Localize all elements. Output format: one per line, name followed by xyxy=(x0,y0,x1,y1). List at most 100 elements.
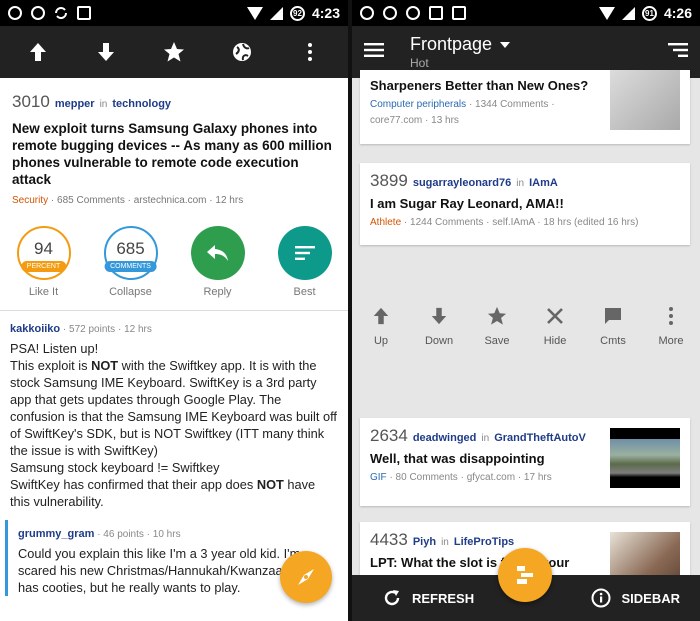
upvote-button[interactable] xyxy=(16,30,60,74)
percent-value: 94 xyxy=(34,239,53,258)
layout-blocks-icon xyxy=(517,566,533,584)
save-action[interactable]: Save xyxy=(469,306,525,347)
overflow-menu-button[interactable] xyxy=(288,30,332,74)
open-browser-button[interactable] xyxy=(220,30,264,74)
post-card[interactable]: 2634 deadwinged in GrandTheftAutoV Well,… xyxy=(360,418,690,506)
compass-icon xyxy=(298,569,314,585)
arrow-up-icon xyxy=(30,43,46,61)
downvote-button[interactable] xyxy=(84,30,128,74)
best-label: Best xyxy=(293,286,316,298)
comment-body: PSA! Listen up! This exploit is NOT with… xyxy=(10,340,338,510)
post-flair: Athlete xyxy=(370,217,402,228)
in-label: in xyxy=(516,178,525,189)
chevron-down-icon xyxy=(500,41,511,48)
more-action[interactable]: More xyxy=(643,306,699,347)
reply-button[interactable] xyxy=(190,226,245,280)
hamburger-menu-button[interactable] xyxy=(364,42,384,63)
post-author[interactable]: deadwinged xyxy=(413,432,477,444)
post-header: 3010 mepper in technology New exploit tu… xyxy=(0,78,348,206)
comment-author[interactable]: kakkoiiko xyxy=(10,323,60,335)
post-actions: 94 PERCENT Like It 685 COMMENTS Collapse… xyxy=(0,226,348,310)
post-score: 2634 xyxy=(370,426,408,445)
comment-meta: kakkoiiko · 572 points · 12 hrs xyxy=(10,323,338,335)
collapse-action[interactable]: 685 COMMENTS Collapse xyxy=(95,226,167,298)
post-subreddit[interactable]: GrandTheftAutoV xyxy=(494,432,586,444)
post-score: 4433 xyxy=(370,530,408,549)
refresh-button[interactable]: REFRESH xyxy=(382,588,474,608)
app-notification-icon xyxy=(360,6,374,20)
comment-paragraph: SwiftKey has confirmed that their app do… xyxy=(10,477,316,509)
reply-action[interactable]: Reply xyxy=(182,226,254,298)
post-author[interactable]: Piyh xyxy=(413,536,436,548)
best-action[interactable]: Best xyxy=(269,226,341,298)
post-subreddit[interactable]: technology xyxy=(112,98,171,110)
post-author[interactable]: sugarrayleonard76 xyxy=(413,177,511,189)
sync-icon xyxy=(54,6,68,20)
sidebar-label: SIDEBAR xyxy=(621,590,680,606)
star-icon xyxy=(164,42,184,62)
toolbar-subtitle: Hot xyxy=(410,56,429,70)
post-flair: Security xyxy=(12,195,49,206)
hide-action[interactable]: Hide xyxy=(527,306,583,347)
in-label: in xyxy=(441,537,449,548)
like-it-label: Like It xyxy=(28,286,59,298)
post-action-bar: Up Down Save Hide Cmts More xyxy=(352,306,700,347)
comments-action[interactable]: Cmts xyxy=(585,306,641,347)
comment-meta-text: · 46 points · 10 hrs xyxy=(97,529,181,540)
subreddit-selector[interactable]: Frontpage Hot xyxy=(410,34,511,70)
comment-line: PSA! Listen up! xyxy=(10,341,99,356)
post-subreddit[interactable]: LifeProTips xyxy=(454,536,514,548)
navigate-fab[interactable] xyxy=(280,551,332,603)
post-info: Security · 685 Comments · arstechnica.co… xyxy=(12,195,336,206)
collapse-label: Collapse xyxy=(109,286,152,298)
like-it-action[interactable]: 94 PERCENT Like It xyxy=(8,226,80,298)
post-card[interactable]: 3899 sugarrayleonard76 in IAmA I am Suga… xyxy=(360,163,690,245)
battery-icon: 91 xyxy=(641,5,657,21)
app-notification-icon xyxy=(406,6,420,20)
comment-meta-text: · 572 points · 12 hrs xyxy=(62,324,152,335)
sort-button[interactable] xyxy=(668,42,688,63)
comments-screen: 92 4:23 3010 mepper in technology New ex… xyxy=(0,0,348,621)
layout-fab[interactable] xyxy=(498,548,552,602)
status-bar: 91 4:26 xyxy=(352,0,700,26)
more-vertical-icon xyxy=(669,307,673,325)
battery-icon: 92 xyxy=(289,5,305,21)
post-subreddit[interactable]: IAmA xyxy=(529,177,558,189)
save-star-button[interactable] xyxy=(152,30,196,74)
menu-icon xyxy=(364,42,384,57)
app-notification-icon xyxy=(383,6,397,20)
post-title[interactable]: New exploit turns Samsung Galaxy phones … xyxy=(12,120,336,188)
toolbar-title: Frontpage xyxy=(410,34,493,54)
comments-value: 685 xyxy=(116,239,145,258)
post-info: Athlete · 1244 Comments · self.IAmA · 18… xyxy=(370,217,639,228)
app-notification-icon xyxy=(8,6,22,20)
post-meta: 3899 sugarrayleonard76 in IAmA xyxy=(370,171,680,191)
close-icon xyxy=(547,308,563,324)
up-label: Up xyxy=(373,335,389,347)
more-vertical-icon xyxy=(308,43,312,61)
down-label: Down xyxy=(424,335,454,347)
post-thumbnail[interactable] xyxy=(610,70,680,130)
down-action[interactable]: Down xyxy=(411,306,467,347)
comment[interactable]: kakkoiiko · 572 points · 12 hrs PSA! Lis… xyxy=(0,311,348,520)
comment-author[interactable]: grummy_gram xyxy=(18,528,94,540)
arrow-down-icon xyxy=(431,307,447,325)
sort-best-button[interactable] xyxy=(277,226,332,280)
comments-badge: COMMENTS xyxy=(104,261,157,272)
reply-label: Reply xyxy=(203,286,232,298)
image-notification-icon xyxy=(452,6,466,20)
up-action[interactable]: Up xyxy=(353,306,409,347)
status-bar: 92 4:23 xyxy=(0,0,348,26)
percent-badge: PERCENT xyxy=(20,261,67,272)
refresh-label: REFRESH xyxy=(412,590,475,606)
post-author[interactable]: mepper xyxy=(55,98,95,110)
signal-icon xyxy=(621,6,635,20)
sidebar-button[interactable]: SIDEBAR xyxy=(591,588,680,608)
reply-icon xyxy=(206,245,228,261)
image-notification-icon xyxy=(77,6,91,20)
post-card[interactable]: Sharpeners Better than New Ones? Compute… xyxy=(360,70,690,144)
more-label: More xyxy=(658,335,684,347)
post-thumbnail[interactable] xyxy=(610,428,680,488)
info-icon xyxy=(591,588,611,608)
save-label: Save xyxy=(484,335,510,347)
